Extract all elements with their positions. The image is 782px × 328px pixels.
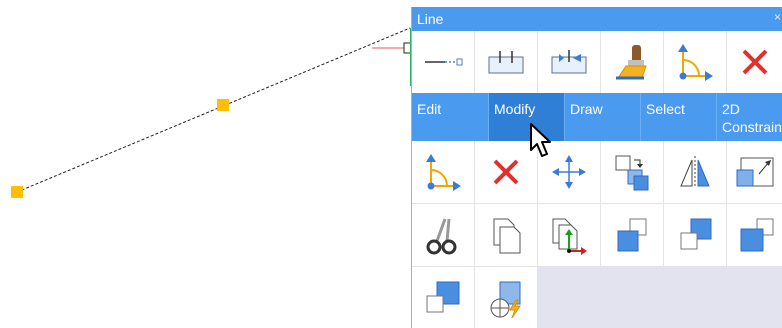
quad-panel: Line × Edit Modify Draw Select 2D Constr…: [411, 7, 782, 328]
modify-copy-button[interactable]: [601, 141, 664, 204]
scissors-icon: [426, 218, 457, 255]
tool-matchprop-button[interactable]: [601, 31, 664, 94]
vertex-angle-icon: [678, 44, 713, 81]
mouse-pointer-icon: [530, 123, 551, 157]
modify-copyclip-button[interactable]: [475, 204, 538, 267]
panel-tabs: Edit Modify Draw Select 2D Constraints: [412, 93, 782, 141]
dimension-icon: [488, 51, 524, 74]
delete-icon: [493, 159, 519, 185]
panel-titlebar[interactable]: Line ×: [412, 7, 782, 31]
tab-draw[interactable]: Draw: [565, 93, 641, 141]
tool-extend-button[interactable]: [538, 31, 601, 94]
copy-with-axes-icon: [552, 218, 587, 255]
modify-scale-button[interactable]: [727, 141, 782, 204]
tab-2d-constraints[interactable]: 2D Constraints: [717, 93, 782, 141]
modify-bring-forward-button[interactable]: [727, 204, 782, 267]
tool-vertex-angle-button[interactable]: [664, 31, 727, 94]
modify-trim-button[interactable]: [412, 204, 475, 267]
mirror-icon: [680, 156, 710, 188]
tab-select[interactable]: Select: [641, 93, 717, 141]
tool-line-button[interactable]: [412, 31, 475, 94]
close-icon[interactable]: ×: [774, 10, 781, 24]
modify-vertex-button[interactable]: [412, 141, 475, 204]
modify-send-back-button[interactable]: [664, 204, 727, 267]
midpoint-grip[interactable]: [217, 99, 229, 111]
panel-title: Line: [417, 11, 444, 27]
tab-edit[interactable]: Edit: [412, 93, 489, 141]
tool-dimension-button[interactable]: [475, 31, 538, 94]
selected-line[interactable]: [16, 27, 411, 193]
tab-label: Modify: [494, 101, 536, 117]
bring-forward-icon: [740, 218, 773, 252]
modify-mirror-button[interactable]: [664, 141, 727, 204]
modify-copybase-button[interactable]: [538, 204, 601, 267]
modify-send-backward-button[interactable]: [412, 267, 475, 328]
vertex-angle-icon: [426, 154, 461, 191]
endpoint-grip[interactable]: [11, 186, 23, 198]
copy-icon: [615, 155, 649, 191]
paintbrush-icon: [616, 45, 647, 80]
tab-label: Select: [646, 101, 685, 117]
empty-grid-area: [538, 267, 782, 328]
modify-bring-front-button[interactable]: [601, 204, 664, 267]
line-icon: [425, 58, 463, 66]
tab-label: 2D Constraints: [722, 101, 782, 135]
send-to-back-icon: [680, 218, 712, 250]
delete-icon: [742, 49, 767, 75]
scale-icon: [736, 157, 773, 187]
modify-dynamic-block-button[interactable]: [475, 267, 538, 328]
move-icon: [552, 155, 586, 189]
duplicate-pages-icon: [493, 218, 521, 254]
tab-label: Edit: [417, 101, 442, 117]
tool-delete-button[interactable]: [727, 31, 782, 94]
dynamic-block-icon: [490, 281, 521, 318]
tab-label: Draw: [570, 101, 603, 117]
extend-icon: [551, 50, 587, 74]
bring-to-front-icon: [617, 218, 647, 252]
send-backward-icon: [426, 281, 460, 313]
